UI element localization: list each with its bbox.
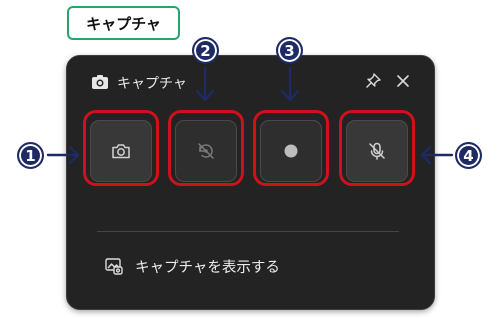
callout-badge-3: 3 <box>276 37 303 64</box>
widget-title: キャプチャ <box>117 76 187 92</box>
gallery-icon <box>105 258 123 275</box>
highlight-ring-1 <box>83 110 159 186</box>
view-captures-label: キャプチャを表示する <box>135 259 280 276</box>
highlight-ring-4 <box>339 110 415 186</box>
callout-badge-4: 4 <box>455 142 482 169</box>
highlight-ring-2 <box>168 110 244 186</box>
widget-header: キャプチャ <box>67 56 434 108</box>
view-captures-link[interactable]: キャプチャを表示する <box>104 253 280 279</box>
pin-icon[interactable] <box>364 72 382 90</box>
highlight-ring-3 <box>253 110 329 186</box>
capture-widget: キャプチャ キャプチャを表示する <box>66 55 435 310</box>
arrow-down-icon <box>280 66 300 102</box>
arrow-down-icon <box>195 66 215 102</box>
close-icon[interactable] <box>394 72 412 90</box>
capture-label-tag: キャプチャ <box>67 6 180 40</box>
camera-icon <box>92 75 108 89</box>
callout-badge-2: 2 <box>192 37 219 64</box>
arrow-right-icon <box>46 145 80 165</box>
divider <box>97 231 399 232</box>
callout-badge-1: 1 <box>17 142 44 169</box>
arrow-left-icon <box>420 145 454 165</box>
